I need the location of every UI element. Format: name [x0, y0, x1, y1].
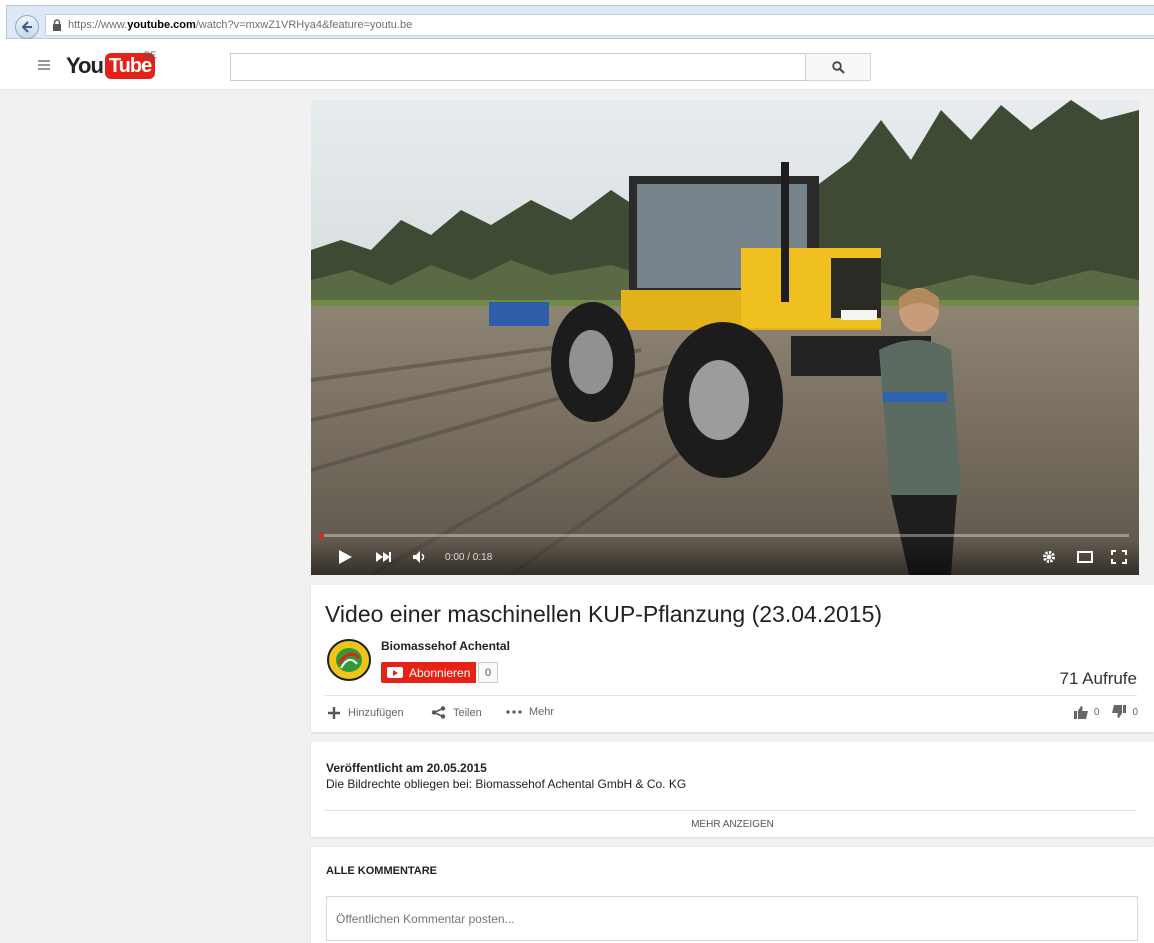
url-scheme: https://www. [68, 19, 128, 31]
share-label: Teilen [453, 706, 482, 719]
time-display: 0:00 / 0:18 [445, 552, 493, 563]
settings-button[interactable] [1039, 548, 1059, 566]
divider [325, 810, 1137, 811]
progress-bar[interactable] [319, 533, 1129, 538]
search-input[interactable] [230, 53, 806, 81]
dislike-count: 0 [1132, 706, 1138, 718]
hamburger-menu-icon[interactable] [38, 60, 50, 70]
volume-button[interactable] [410, 548, 430, 566]
back-arrow-icon [21, 21, 32, 33]
next-button[interactable] [373, 548, 393, 566]
logo-you: You [66, 53, 104, 78]
volume-icon [413, 551, 425, 563]
skip-next-icon [376, 552, 391, 562]
subscriber-count: 0 [478, 662, 499, 683]
published-date: Veröffentlicht am 20.05.2015 [326, 761, 487, 775]
video-title: Video einer maschinellen KUP-Pflanzung (… [325, 601, 883, 627]
like-count: 0 [1093, 706, 1100, 718]
theater-mode-button[interactable] [1075, 548, 1095, 566]
search-icon [831, 60, 845, 74]
channel-name[interactable]: Biomassehof Achental [381, 639, 510, 653]
address-bar[interactable]: https://www. youtube.com/watch?v=mxwZ1VRH… [45, 14, 1154, 36]
thumbs-down-icon[interactable] [1111, 705, 1127, 719]
search-button[interactable] [805, 53, 871, 81]
theater-mode-icon [1077, 551, 1093, 563]
lock-icon [53, 19, 61, 31]
add-to-label: Hinzufügen [348, 707, 404, 719]
view-count: 71 Aufrufe [1059, 669, 1137, 688]
comments-card: ALLE KOMMENTARE [311, 847, 1154, 943]
video-info-card: Video einer maschinellen KUP-Pflanzung (… [311, 585, 1154, 732]
play-icon [339, 550, 352, 564]
fullscreen-button[interactable] [1109, 548, 1129, 566]
share-icon [431, 706, 446, 719]
share-button[interactable]: Teilen [431, 706, 482, 719]
video-frame[interactable] [311, 100, 1139, 575]
browser-toolbar: https://www. youtube.com/watch?v=mxwZ1VRH… [0, 0, 1154, 42]
progress-scrubber[interactable] [319, 533, 324, 538]
divider [325, 695, 1137, 696]
comment-input[interactable] [326, 896, 1138, 941]
player-controls: 0:00 / 0:18 [311, 540, 1139, 575]
play-button[interactable] [335, 548, 355, 566]
gear-icon [1043, 551, 1055, 563]
browser-toolbar-frame: https://www. youtube.com/watch?v=mxwZ1VRH… [6, 5, 1154, 39]
subscribe-button[interactable]: Abonnieren [381, 662, 477, 683]
more-dots-icon [506, 710, 522, 714]
url-path: /watch?v=mxwZ1VRHya4&feature=youtu.be [195, 19, 413, 31]
show-more-button[interactable]: MEHR ANZEIGEN [311, 819, 1154, 830]
more-label: Mehr [529, 706, 555, 718]
youtube-logo[interactable]: You Tube [66, 53, 156, 79]
fullscreen-icon [1111, 550, 1127, 564]
region-label: DE [144, 50, 157, 60]
thumbs-up-icon[interactable] [1073, 705, 1089, 719]
youtube-play-icon [387, 667, 403, 678]
like-dislike-group: 0 0 [1073, 705, 1138, 719]
description-text: Die Bildrechte obliegen bei: Biomassehof… [326, 777, 687, 791]
subscribe-label: Abonnieren [409, 665, 471, 680]
add-to-button[interactable]: Hinzufügen [327, 706, 404, 720]
video-player[interactable]: 0:00 / 0:18 [311, 100, 1139, 575]
channel-avatar[interactable] [327, 638, 371, 682]
more-actions-button[interactable]: Mehr [506, 706, 554, 718]
plus-icon [328, 707, 340, 719]
url-domain: youtube.com [127, 19, 196, 31]
back-button[interactable] [15, 15, 39, 39]
description-card: Veröffentlicht am 20.05.2015 Die Bildrec… [311, 742, 1154, 837]
comments-heading: ALLE KOMMENTARE [326, 865, 438, 877]
youtube-header: You Tube DE [0, 42, 1154, 90]
